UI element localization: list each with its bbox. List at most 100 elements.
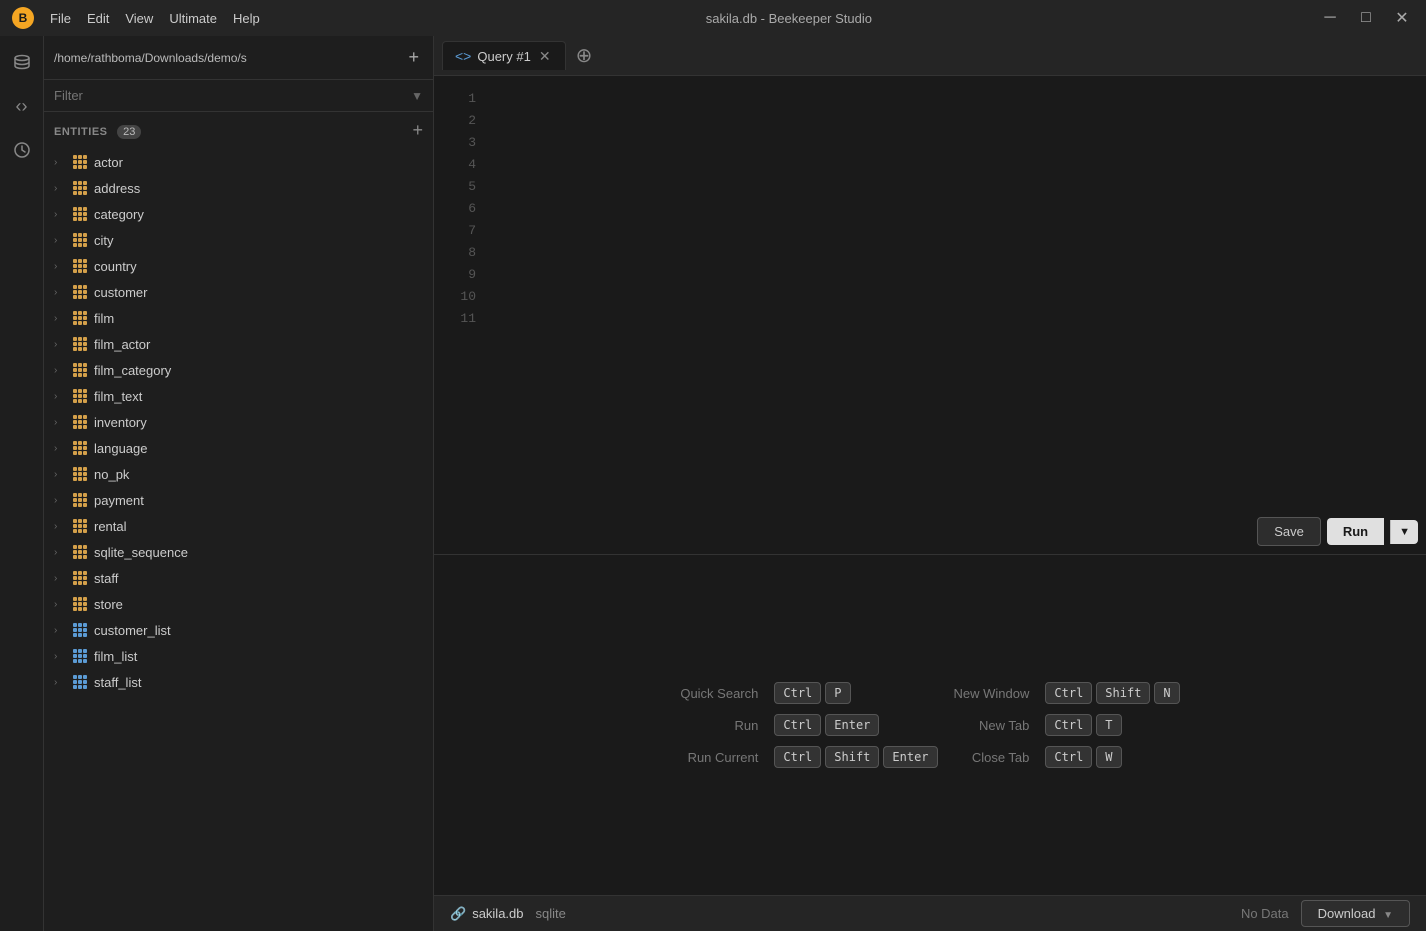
table-icon [72, 466, 88, 482]
entity-item-category[interactable]: › category [44, 201, 433, 227]
entity-item-actor[interactable]: › actor [44, 149, 433, 175]
minimize-button[interactable]: ─ [1318, 6, 1342, 30]
key-w: W [1096, 746, 1121, 768]
table-icon [72, 544, 88, 560]
nav-back-icon[interactable]: ‹› [4, 88, 40, 124]
entity-name: customer [94, 285, 147, 300]
entity-item-rental[interactable]: › rental [44, 513, 433, 539]
shortcut-keys-run-current: Ctrl Shift Enter [774, 746, 937, 768]
shortcut-keys-new-tab: Ctrl T [1045, 714, 1179, 736]
entity-item-film-actor[interactable]: › film_actor [44, 331, 433, 357]
run-button[interactable]: Run [1327, 518, 1384, 545]
entity-item-store[interactable]: › store [44, 591, 433, 617]
chevron-icon: › [54, 391, 66, 402]
entity-name: category [94, 207, 144, 222]
sidebar-add-button[interactable]: + [404, 47, 423, 68]
tab-bar: <> Query #1 ✕ ⊕ [434, 36, 1426, 76]
key-ctrl: Ctrl [1045, 714, 1092, 736]
menu-help[interactable]: Help [233, 11, 260, 26]
entity-item-staff[interactable]: › staff [44, 565, 433, 591]
view-icon [72, 648, 88, 664]
table-icon [72, 596, 88, 612]
sidebar-header: /home/rathboma/Downloads/demo/s + [44, 36, 433, 80]
query-tab[interactable]: <> Query #1 ✕ [442, 41, 566, 70]
table-icon [72, 362, 88, 378]
run-dropdown-button[interactable]: ▼ [1390, 520, 1418, 544]
entity-item-staff-list[interactable]: › staff_list [44, 669, 433, 695]
entities-header: ENTITIES 23 + [44, 112, 433, 149]
menu-file[interactable]: File [50, 11, 71, 26]
entity-item-sqlite-sequence[interactable]: › sqlite_sequence [44, 539, 433, 565]
download-arrow-icon: ▼ [1383, 910, 1393, 921]
table-icon [72, 206, 88, 222]
shortcut-keys-quick-search: Ctrl P [774, 682, 937, 704]
main-content: <> Query #1 ✕ ⊕ 1 2 3 4 5 6 7 8 9 10 11 [434, 36, 1426, 931]
shortcut-label-run: Run [680, 718, 758, 733]
chevron-icon: › [54, 339, 66, 350]
entity-name: sqlite_sequence [94, 545, 188, 560]
key-ctrl: Ctrl [1045, 682, 1092, 704]
key-ctrl: Ctrl [774, 746, 821, 768]
entity-item-customer[interactable]: › customer [44, 279, 433, 305]
entity-item-film-text[interactable]: › film_text [44, 383, 433, 409]
status-bar: 🔗 sakila.db sqlite No Data Download ▼ [434, 895, 1426, 931]
editor-area: 1 2 3 4 5 6 7 8 9 10 11 Save Run ▼ [434, 76, 1426, 554]
sidebar: /home/rathboma/Downloads/demo/s + ▼ ENTI… [44, 36, 434, 931]
titlebar: B File Edit View Ultimate Help sakila.db… [0, 0, 1426, 36]
menu-view[interactable]: View [125, 11, 153, 26]
entity-item-language[interactable]: › language [44, 435, 433, 461]
db-connection-link[interactable]: 🔗 sakila.db [450, 906, 524, 922]
database-icon-btn[interactable] [4, 44, 40, 80]
query-tab-label: Query #1 [477, 49, 530, 64]
entity-item-film[interactable]: › film [44, 305, 433, 331]
key-shift: Shift [825, 746, 879, 768]
save-button[interactable]: Save [1257, 517, 1321, 546]
entity-item-payment[interactable]: › payment [44, 487, 433, 513]
no-data-label: No Data [1241, 906, 1289, 921]
table-icon [72, 336, 88, 352]
entity-item-city[interactable]: › city [44, 227, 433, 253]
history-icon[interactable] [4, 132, 40, 168]
download-button[interactable]: Download ▼ [1301, 900, 1410, 927]
key-enter: Enter [883, 746, 937, 768]
chevron-icon: › [54, 209, 66, 220]
menu-edit[interactable]: Edit [87, 11, 109, 26]
chevron-icon: › [54, 469, 66, 480]
entity-item-address[interactable]: › address [44, 175, 433, 201]
entity-item-customer-list[interactable]: › customer_list [44, 617, 433, 643]
entities-title: ENTITIES 23 [54, 123, 141, 138]
entity-item-film-list[interactable]: › film_list [44, 643, 433, 669]
chevron-icon: › [54, 287, 66, 298]
entity-name: no_pk [94, 467, 129, 482]
entity-name: staff_list [94, 675, 141, 690]
entity-name: store [94, 597, 123, 612]
entity-item-no-pk[interactable]: › no_pk [44, 461, 433, 487]
entity-item-country[interactable]: › country [44, 253, 433, 279]
code-editor[interactable] [484, 76, 1426, 554]
sidebar-filter: ▼ [44, 80, 433, 112]
menu-ultimate[interactable]: Ultimate [169, 11, 217, 26]
chevron-icon: › [54, 651, 66, 662]
table-icon [72, 440, 88, 456]
close-button[interactable]: ✕ [1390, 6, 1414, 30]
new-tab-button[interactable]: ⊕ [568, 43, 601, 68]
entity-name: language [94, 441, 148, 456]
entities-add-button[interactable]: + [412, 120, 423, 141]
entity-item-inventory[interactable]: › inventory [44, 409, 433, 435]
filter-input[interactable] [54, 88, 405, 103]
table-icon [72, 388, 88, 404]
shortcut-keys-new-window: Ctrl Shift N [1045, 682, 1179, 704]
entity-item-film-category[interactable]: › film_category [44, 357, 433, 383]
chevron-icon: › [54, 183, 66, 194]
maximize-button[interactable]: □ [1354, 6, 1378, 30]
chevron-icon: › [54, 573, 66, 584]
view-icon [72, 622, 88, 638]
table-icon [72, 518, 88, 534]
tab-close-button[interactable]: ✕ [537, 49, 553, 63]
chevron-icon: › [54, 521, 66, 532]
table-icon [72, 154, 88, 170]
entities-count: 23 [117, 125, 141, 139]
table-icon [72, 492, 88, 508]
chevron-icon: › [54, 417, 66, 428]
key-n: N [1154, 682, 1179, 704]
